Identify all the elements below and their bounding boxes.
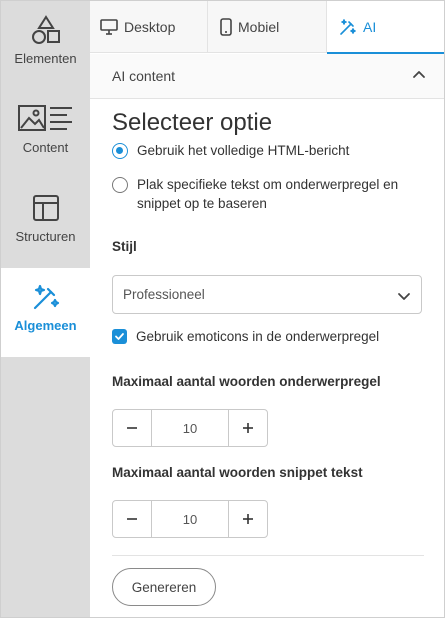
snippet-max-label: Maximaal aantal woorden snippet tekst bbox=[112, 465, 363, 480]
desktop-icon bbox=[100, 19, 118, 35]
sidebar-item-content[interactable]: Content bbox=[1, 90, 90, 179]
chevron-down-icon bbox=[397, 289, 411, 308]
image-text-icon bbox=[17, 104, 75, 134]
tab-mobiel[interactable]: Mobiel bbox=[208, 1, 327, 53]
sidebar-item-structuren[interactable]: Structuren bbox=[1, 179, 90, 268]
sidebar-item-label: Content bbox=[22, 140, 69, 155]
radio-label-line: snippet op te baseren bbox=[137, 196, 267, 211]
section-title: AI content bbox=[112, 68, 176, 84]
sidebar-item-label: Algemeen bbox=[14, 318, 77, 333]
magic-wand-icon bbox=[339, 18, 357, 36]
style-select-value: Professioneel bbox=[123, 287, 205, 302]
style-select[interactable]: Professioneel bbox=[112, 275, 422, 314]
chevron-up-icon[interactable] bbox=[412, 67, 426, 86]
emoticons-label: Gebruik emoticons in de onderwerpregel bbox=[136, 329, 380, 344]
sidebar-item-label: Elementen bbox=[14, 51, 77, 66]
sidebar: Elementen Content Structuren Algemeen bbox=[1, 1, 90, 617]
tab-ai[interactable]: AI bbox=[327, 1, 444, 54]
increment-button[interactable] bbox=[228, 410, 267, 446]
page-title: Selecteer optie bbox=[112, 109, 273, 136]
plus-icon bbox=[243, 423, 253, 433]
sidebar-item-elementen[interactable]: Elementen bbox=[1, 1, 90, 90]
device-tabs: Desktop Mobiel AI bbox=[90, 1, 444, 54]
emoticons-checkbox-row[interactable]: Gebruik emoticons in de onderwerpregel bbox=[112, 329, 379, 344]
radio-button[interactable] bbox=[112, 177, 128, 193]
decrement-button[interactable] bbox=[113, 501, 152, 537]
minus-icon bbox=[127, 518, 137, 520]
editor-panel: Elementen Content Structuren Algemeen De… bbox=[0, 0, 445, 618]
plus-icon bbox=[243, 514, 253, 524]
tab-label: Desktop bbox=[124, 19, 176, 35]
snippet-max-stepper: 10 bbox=[112, 500, 268, 538]
layout-icon bbox=[31, 193, 61, 223]
radio-full-html[interactable]: Gebruik het volledige HTML-bericht bbox=[112, 141, 349, 160]
section-header[interactable]: AI content bbox=[90, 54, 444, 99]
subject-max-label: Maximaal aantal woorden onderwerpregel bbox=[112, 374, 381, 389]
increment-button[interactable] bbox=[228, 501, 267, 537]
radio-label: Gebruik het volledige HTML-bericht bbox=[137, 143, 350, 158]
tab-desktop[interactable]: Desktop bbox=[90, 1, 208, 53]
decrement-button[interactable] bbox=[113, 410, 152, 446]
sidebar-item-label: Structuren bbox=[15, 229, 76, 244]
radio-label-line: Plak specifieke tekst om onderwerpregel … bbox=[137, 177, 399, 192]
snippet-max-input[interactable]: 10 bbox=[152, 501, 228, 537]
tab-label: Mobiel bbox=[238, 19, 280, 35]
minus-icon bbox=[127, 427, 137, 429]
emoticons-checkbox[interactable] bbox=[112, 329, 127, 344]
radio-label: Plak specifieke tekst om onderwerpregel … bbox=[137, 175, 398, 213]
style-label: Stijl bbox=[112, 239, 137, 254]
subject-max-stepper: 10 bbox=[112, 409, 268, 447]
sidebar-item-algemeen[interactable]: Algemeen bbox=[1, 268, 90, 357]
radio-button[interactable] bbox=[112, 143, 128, 159]
mobile-icon bbox=[220, 18, 232, 36]
divider bbox=[112, 555, 424, 556]
radio-specific-text[interactable]: Plak specifieke tekst om onderwerpregel … bbox=[112, 175, 398, 213]
generate-button[interactable]: Genereren bbox=[112, 568, 216, 606]
subject-max-input[interactable]: 10 bbox=[152, 410, 228, 446]
check-icon bbox=[115, 333, 124, 340]
shapes-icon bbox=[31, 15, 61, 45]
tab-label: AI bbox=[363, 18, 377, 35]
magic-wand-icon bbox=[31, 282, 61, 312]
